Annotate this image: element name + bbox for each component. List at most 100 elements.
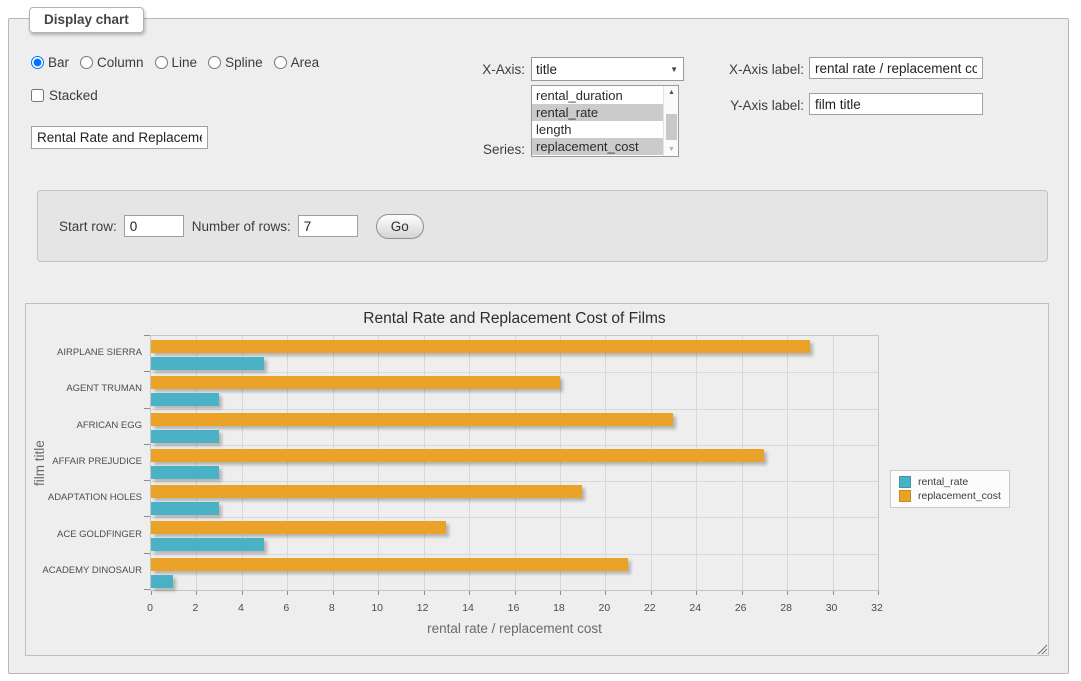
y-axis-tick-mark <box>144 444 150 445</box>
go-button[interactable]: Go <box>376 214 424 239</box>
chart-container: Rental Rate and Replacement Cost of Film… <box>25 303 1049 656</box>
x-axis-tick-mark <box>878 591 879 595</box>
chart-type-radio-bar[interactable] <box>31 56 44 69</box>
x-tick-label: 32 <box>857 602 897 614</box>
chart-x-axis-title: rental rate / replacement cost <box>150 621 879 636</box>
panel-legend-title: Display chart <box>29 7 144 33</box>
y-tick-label: AIRPLANE SIERRA <box>26 347 142 358</box>
legend-label-replacement_cost: replacement_cost <box>918 490 1001 502</box>
page: Display chart Bar Column Line Spline Area St… <box>0 0 1081 681</box>
legend-item-rental_rate: rental_rate <box>899 476 1001 488</box>
stacked-checkbox[interactable] <box>31 89 44 102</box>
x-axis-label-label: X-Axis label: <box>619 62 804 77</box>
chart-title: Rental Rate and Replacement Cost of Film… <box>150 310 879 328</box>
chart-type-radio-column[interactable] <box>80 56 93 69</box>
chart-type-label-column: Column <box>97 55 144 70</box>
chart-type-option-line[interactable]: Line <box>155 55 198 70</box>
x-axis-tick-mark <box>378 591 379 595</box>
x-axis-tick-mark <box>469 591 470 595</box>
x-tick-label: 30 <box>812 602 852 614</box>
series-list-label: Series: <box>425 142 525 157</box>
x-axis-tick-mark <box>333 591 334 595</box>
x-tick-label: 10 <box>357 602 397 614</box>
x-axis-tick-mark <box>424 591 425 595</box>
x-axis-tick-mark <box>605 591 606 595</box>
series-option-replacement_cost[interactable]: replacement_cost <box>532 138 663 155</box>
chart-type-label-spline: Spline <box>225 55 263 70</box>
series-listbox[interactable]: rental_durationrental_ratelengthreplacem… <box>531 85 679 157</box>
gridline-horizontal <box>151 517 878 518</box>
y-tick-label: ADAPTATION HOLES <box>26 492 142 503</box>
gridline-horizontal <box>151 445 878 446</box>
resize-grip-icon[interactable] <box>1036 643 1047 654</box>
y-axis-tick-mark <box>144 516 150 517</box>
scrollbar-down-icon[interactable]: ▼ <box>664 143 679 156</box>
listbox-scrollbar[interactable]: ▲ ▼ <box>663 86 678 156</box>
x-axis-tick-mark <box>742 591 743 595</box>
y-tick-label: AFRICAN EGG <box>26 420 142 431</box>
bar-replacement_cost <box>151 485 582 498</box>
gridline-vertical <box>787 336 788 590</box>
y-axis-tick-mark <box>144 371 150 372</box>
bar-replacement_cost <box>151 449 764 462</box>
chart-type-option-column[interactable]: Column <box>80 55 144 70</box>
y-tick-label: ACE GOLDFINGER <box>26 529 142 540</box>
start-row-label: Start row: <box>59 219 117 234</box>
chart-type-group: Bar Column Line Spline Area <box>31 55 330 70</box>
chart-type-option-area[interactable]: Area <box>274 55 320 70</box>
stacked-option[interactable]: Stacked <box>31 88 98 103</box>
x-axis-tick-mark <box>151 591 152 595</box>
start-row-input[interactable] <box>124 215 184 237</box>
x-axis-select-label: X-Axis: <box>425 62 525 77</box>
chart-type-radio-area[interactable] <box>274 56 287 69</box>
x-tick-label: 2 <box>175 602 215 614</box>
x-tick-label: 12 <box>403 602 443 614</box>
x-axis-tick-mark <box>287 591 288 595</box>
gridline-vertical <box>605 336 606 590</box>
x-axis-label-input[interactable] <box>809 57 983 79</box>
chart-type-radio-line[interactable] <box>155 56 168 69</box>
chart-type-radio-spline[interactable] <box>208 56 221 69</box>
y-axis-tick-mark <box>144 480 150 481</box>
y-axis-tick-mark <box>144 408 150 409</box>
y-axis-tick-mark <box>144 589 150 590</box>
x-axis-tick-mark <box>833 591 834 595</box>
chart-type-option-spline[interactable]: Spline <box>208 55 263 70</box>
bar-replacement_cost <box>151 376 560 389</box>
legend-swatch-replacement_cost <box>899 490 911 502</box>
x-tick-label: 16 <box>494 602 534 614</box>
y-tick-label: ACADEMY DINOSAUR <box>26 565 142 576</box>
chart-type-option-bar[interactable]: Bar <box>31 55 69 70</box>
gridline-horizontal <box>151 554 878 555</box>
x-tick-label: 18 <box>539 602 579 614</box>
stacked-label: Stacked <box>49 88 98 103</box>
number-of-rows-input[interactable] <box>298 215 358 237</box>
x-tick-label: 20 <box>584 602 624 614</box>
y-axis-tick-mark <box>144 335 150 336</box>
bar-replacement_cost <box>151 340 810 353</box>
bar-replacement_cost <box>151 558 628 571</box>
chart-legend: rental_rate replacement_cost <box>890 470 1010 508</box>
legend-item-replacement_cost: replacement_cost <box>899 490 1001 502</box>
gridline-vertical <box>742 336 743 590</box>
gridline-vertical <box>378 336 379 590</box>
legend-swatch-rental_rate <box>899 476 911 488</box>
chart-title-input[interactable] <box>31 126 208 149</box>
bar-replacement_cost <box>151 413 673 426</box>
x-tick-label: 14 <box>448 602 488 614</box>
y-axis-label-input[interactable] <box>809 93 983 115</box>
plot-area <box>150 335 879 591</box>
x-tick-label: 26 <box>721 602 761 614</box>
x-axis-tick-mark <box>651 591 652 595</box>
gridline-vertical <box>469 336 470 590</box>
legend-label-rental_rate: rental_rate <box>918 476 968 488</box>
gridline-vertical <box>333 336 334 590</box>
number-of-rows-label: Number of rows: <box>192 219 291 234</box>
x-tick-label: 22 <box>630 602 670 614</box>
scrollbar-thumb[interactable] <box>666 114 677 140</box>
gridline-vertical <box>196 336 197 590</box>
series-option-length[interactable]: length <box>532 121 663 138</box>
bar-rental_rate <box>151 575 173 588</box>
x-tick-label: 8 <box>312 602 352 614</box>
gridline-vertical <box>242 336 243 590</box>
